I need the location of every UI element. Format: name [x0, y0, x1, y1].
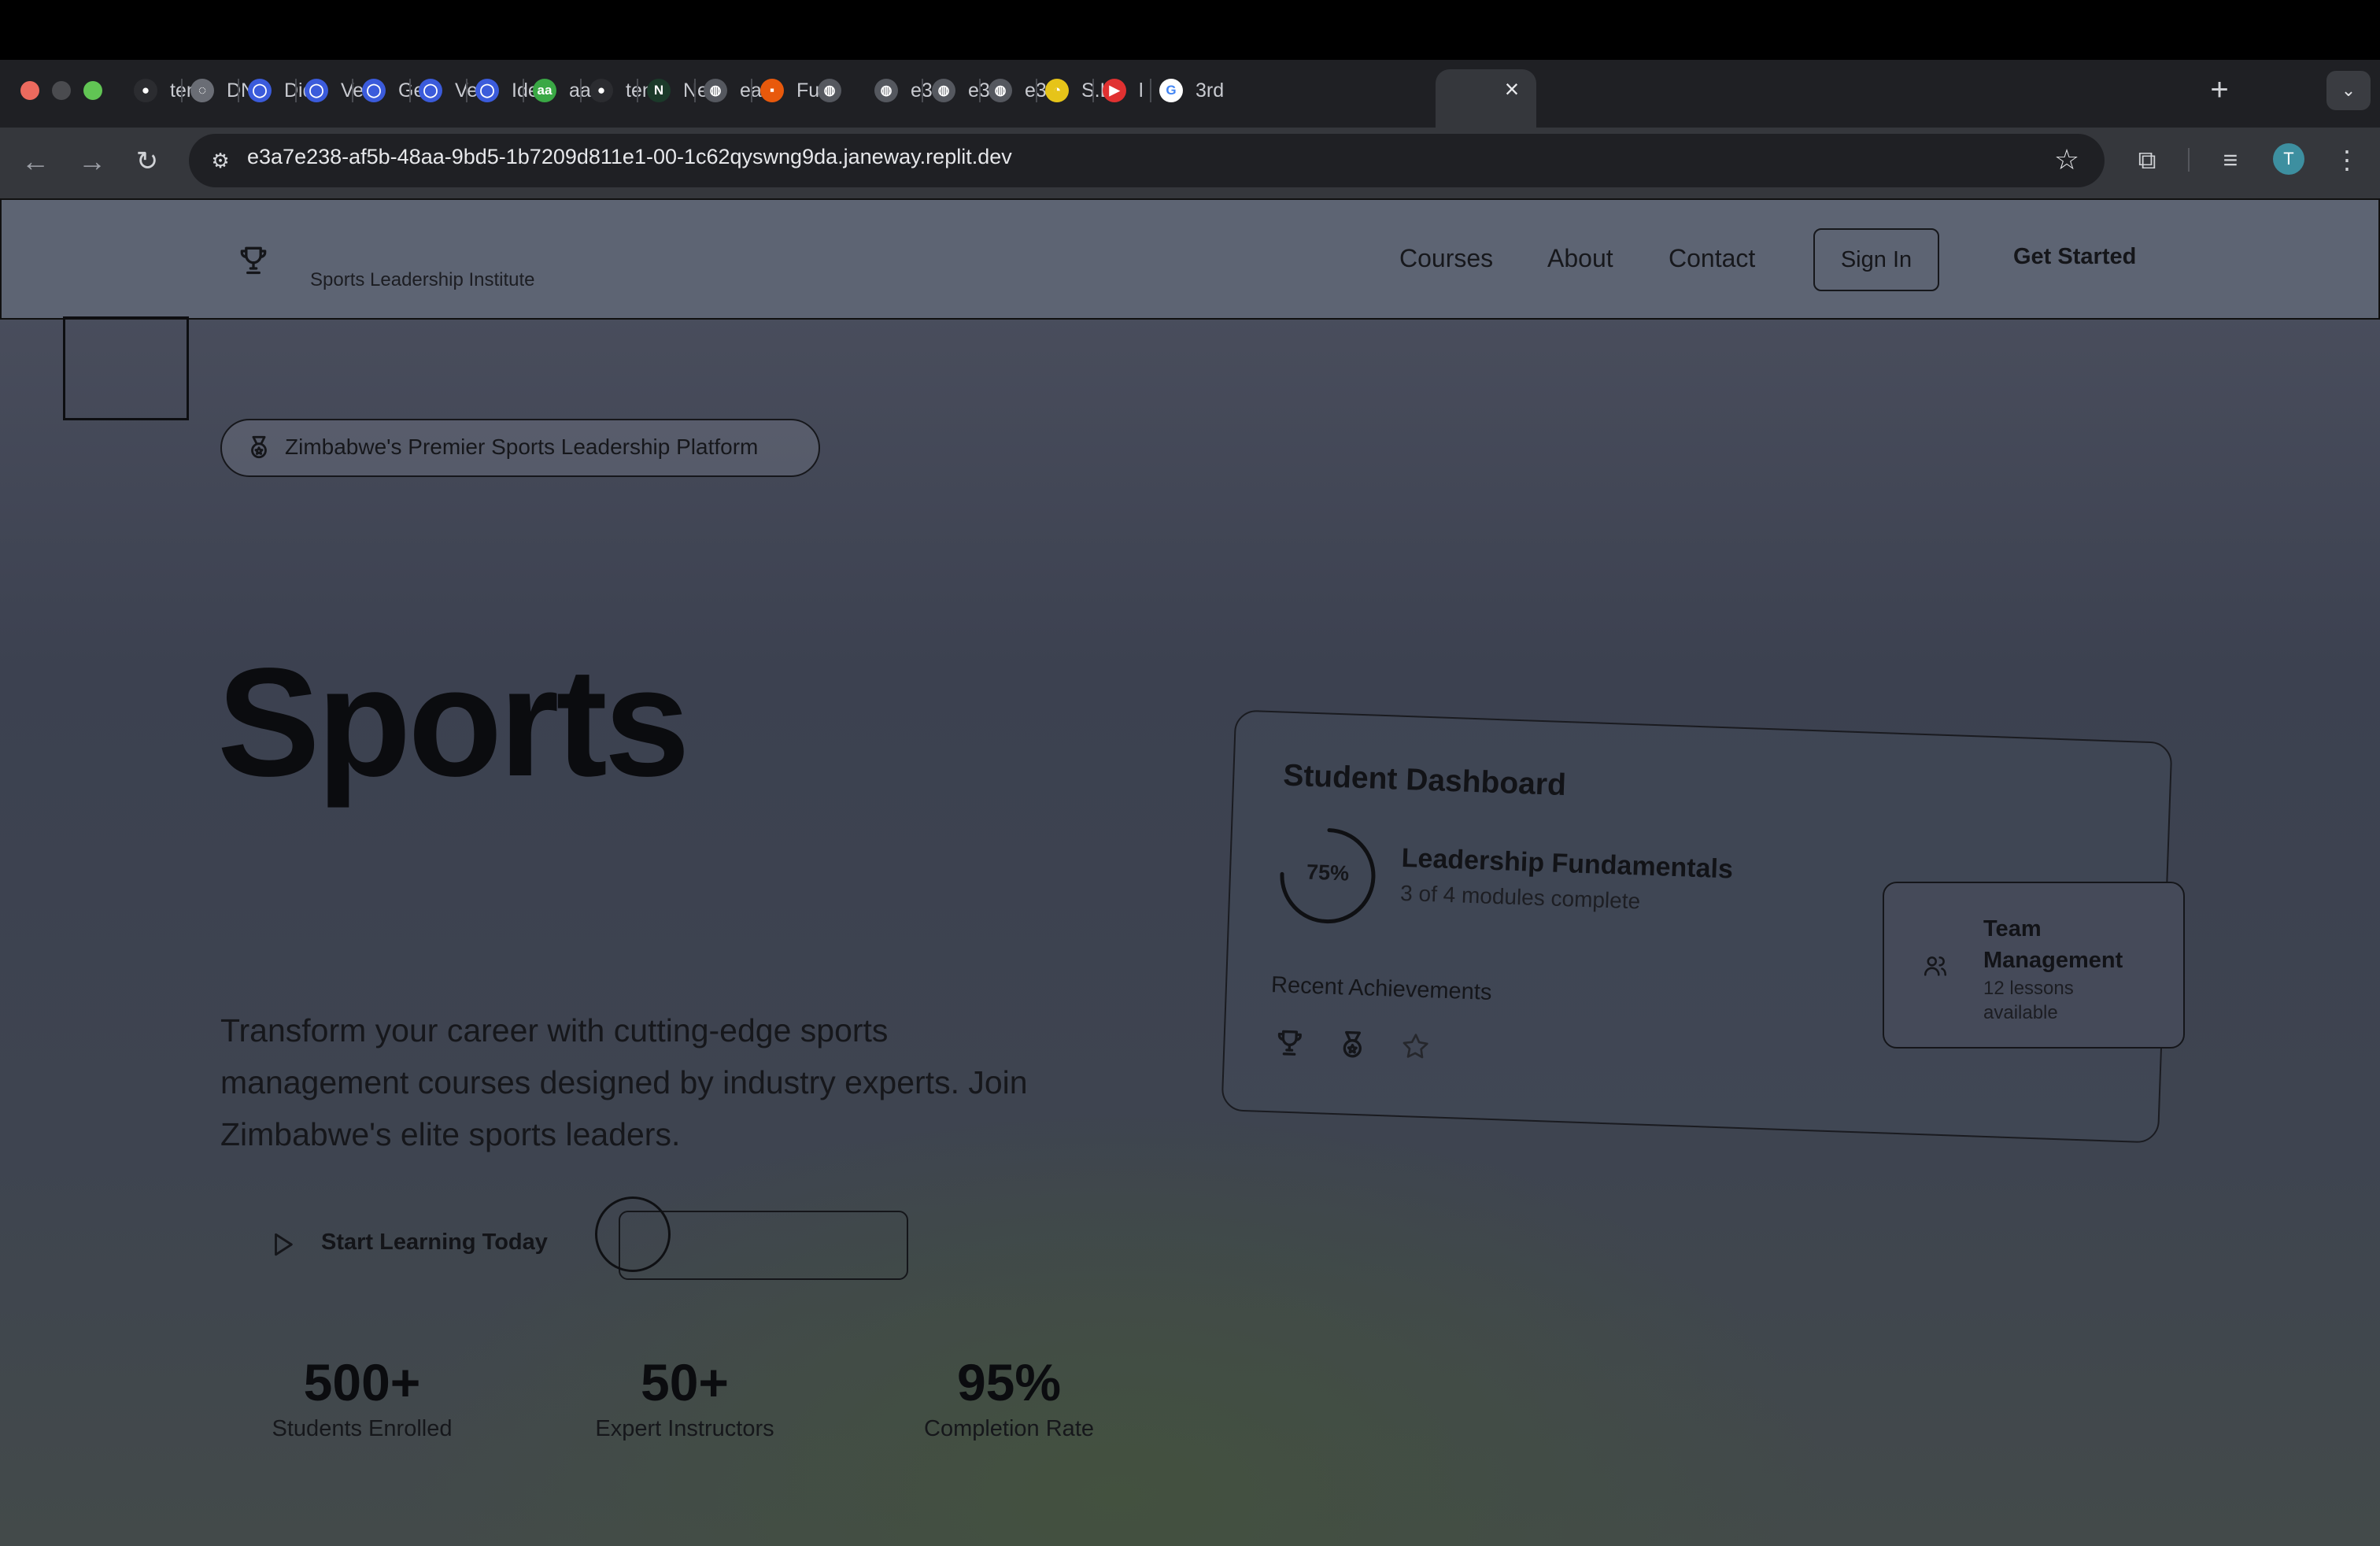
- youtube-icon: ▶: [1103, 79, 1126, 102]
- reload-icon[interactable]: ↻: [128, 142, 167, 181]
- page-viewport: Sports Leadership Institute Courses Abou…: [0, 198, 2380, 1546]
- tab-separator: [637, 79, 638, 102]
- github-icon: ●: [589, 79, 613, 102]
- globe-icon: ◍: [818, 79, 841, 102]
- future-icon: ▪: [760, 79, 784, 102]
- nav-contact[interactable]: Contact: [1669, 244, 1755, 273]
- url-text[interactable]: e3a7e238-af5b-48aa-9bd5-1b7209d811e1-00-…: [247, 145, 1012, 169]
- stat-label: Expert Instructors: [595, 1415, 774, 1441]
- tab-separator: [580, 79, 582, 102]
- hero-title: Sports: [217, 636, 690, 808]
- browser-menu-icon[interactable]: ⋮: [2328, 140, 2366, 179]
- tab-separator: [295, 79, 297, 102]
- forward-icon[interactable]: →: [72, 142, 112, 181]
- decorative-square: [63, 316, 189, 420]
- dns-icon: ◌: [190, 79, 214, 102]
- course-title[interactable]: Leadership Fundamentals: [1401, 843, 1733, 886]
- hero-badge-text: Zimbabwe's Premier Sports Leadership Pla…: [285, 435, 759, 459]
- get-started-button[interactable]: Get Started: [2013, 244, 2136, 270]
- tab-label: l: [1139, 79, 1144, 102]
- sign-in-button[interactable]: Sign In: [1813, 228, 1939, 291]
- globe-icon: ◍: [932, 79, 955, 102]
- tab-separator: [1150, 79, 1151, 102]
- didit-icon: ◯: [475, 79, 499, 102]
- achievements-title: Recent Achievements: [1270, 972, 1492, 1005]
- toolbar-divider: [2188, 148, 2190, 172]
- tab-separator: [409, 79, 411, 102]
- tab-label: 3rd: [1196, 79, 1225, 102]
- window-close-button[interactable]: [20, 81, 39, 100]
- star-icon: [1402, 1034, 1428, 1059]
- stat-value: 500+: [303, 1353, 421, 1411]
- team-management-card[interactable]: Team Management 12 lessons available: [1883, 882, 2185, 1049]
- didit-icon: ◯: [362, 79, 386, 102]
- decorative-circle: [595, 1196, 671, 1272]
- stat-label: Completion Rate: [924, 1415, 1094, 1441]
- tab-separator: [466, 79, 468, 102]
- didit-icon: ◯: [305, 79, 328, 102]
- google-icon: G: [1159, 79, 1183, 102]
- new-tab-button[interactable]: +: [2205, 72, 2234, 109]
- aa-icon: aa: [533, 79, 556, 102]
- globe-icon: ◍: [704, 79, 727, 102]
- tab-separator: [181, 79, 183, 102]
- window-zoom-button[interactable]: [83, 81, 102, 100]
- tab-separator: [352, 79, 353, 102]
- nav-courses[interactable]: Courses: [1399, 244, 1493, 273]
- tab-separator: [694, 79, 696, 102]
- tab-separator: [979, 79, 981, 102]
- stat-students: 500+ Students Enrolled: [260, 1354, 464, 1442]
- medal-icon: [1343, 1030, 1362, 1058]
- tab-separator: [1036, 79, 1037, 102]
- course-progress-text: 3 of 4 modules complete: [1399, 880, 1641, 914]
- tab-separator: [238, 79, 239, 102]
- team-card-title: Team Management: [1983, 916, 2123, 973]
- medal-icon: [251, 435, 267, 459]
- back-icon[interactable]: ←: [16, 142, 55, 181]
- tab-separator: [751, 79, 752, 102]
- sl-icon: ◔: [1045, 79, 1069, 102]
- progress-label: 75%: [1306, 860, 1350, 886]
- stat-value: 50+: [641, 1353, 729, 1411]
- os-menubar: [0, 0, 2380, 60]
- media-controls-icon[interactable]: ≡: [2212, 140, 2249, 179]
- trophy-icon[interactable]: [236, 242, 271, 277]
- profile-avatar[interactable]: T: [2273, 143, 2304, 175]
- didit-icon: ◯: [419, 79, 442, 102]
- dashboard-title: Student Dashboard: [1282, 758, 1567, 803]
- tab-search-button[interactable]: ⌄: [2326, 71, 2371, 110]
- didit-icon: ◯: [248, 79, 272, 102]
- hero-subtitle: Transform your career with cutting-edge …: [220, 1012, 1028, 1152]
- logo-text[interactable]: Sports Leadership Institute: [310, 269, 535, 291]
- extensions-icon[interactable]: ⧉: [2128, 140, 2166, 179]
- stat-instructors: 50+ Expert Instructors: [582, 1354, 787, 1442]
- tab-18[interactable]: G 3rd: [1159, 72, 1254, 109]
- nav-about[interactable]: About: [1547, 244, 1613, 273]
- tab-separator: [523, 79, 524, 102]
- play-icon[interactable]: [269, 1231, 296, 1258]
- bookmark-star-icon[interactable]: ☆: [2049, 140, 2084, 179]
- globe-icon: ◍: [989, 79, 1012, 102]
- stat-label: Students Enrolled: [272, 1415, 453, 1441]
- neon-icon: N: [647, 79, 671, 102]
- close-tab-icon[interactable]: ×: [1500, 76, 1524, 102]
- window-minimize-button[interactable]: [52, 81, 71, 100]
- team-card-subtitle: 12 lessons available: [1983, 978, 2074, 1023]
- tab-separator: [1092, 79, 1094, 102]
- users-icon: [1924, 956, 1947, 976]
- github-icon: ●: [134, 79, 157, 102]
- trophy-icon: [1277, 1030, 1302, 1056]
- start-learning-button[interactable]: Start Learning Today: [321, 1230, 548, 1256]
- tab-separator: [922, 79, 923, 102]
- globe-icon: ◍: [874, 79, 898, 102]
- stat-value: 95%: [956, 1353, 1062, 1411]
- stat-completion: 95% Completion Rate: [907, 1354, 1111, 1442]
- site-settings-icon[interactable]: ⚙: [206, 146, 235, 175]
- site-header: Sports Leadership Institute Courses Abou…: [0, 198, 2380, 320]
